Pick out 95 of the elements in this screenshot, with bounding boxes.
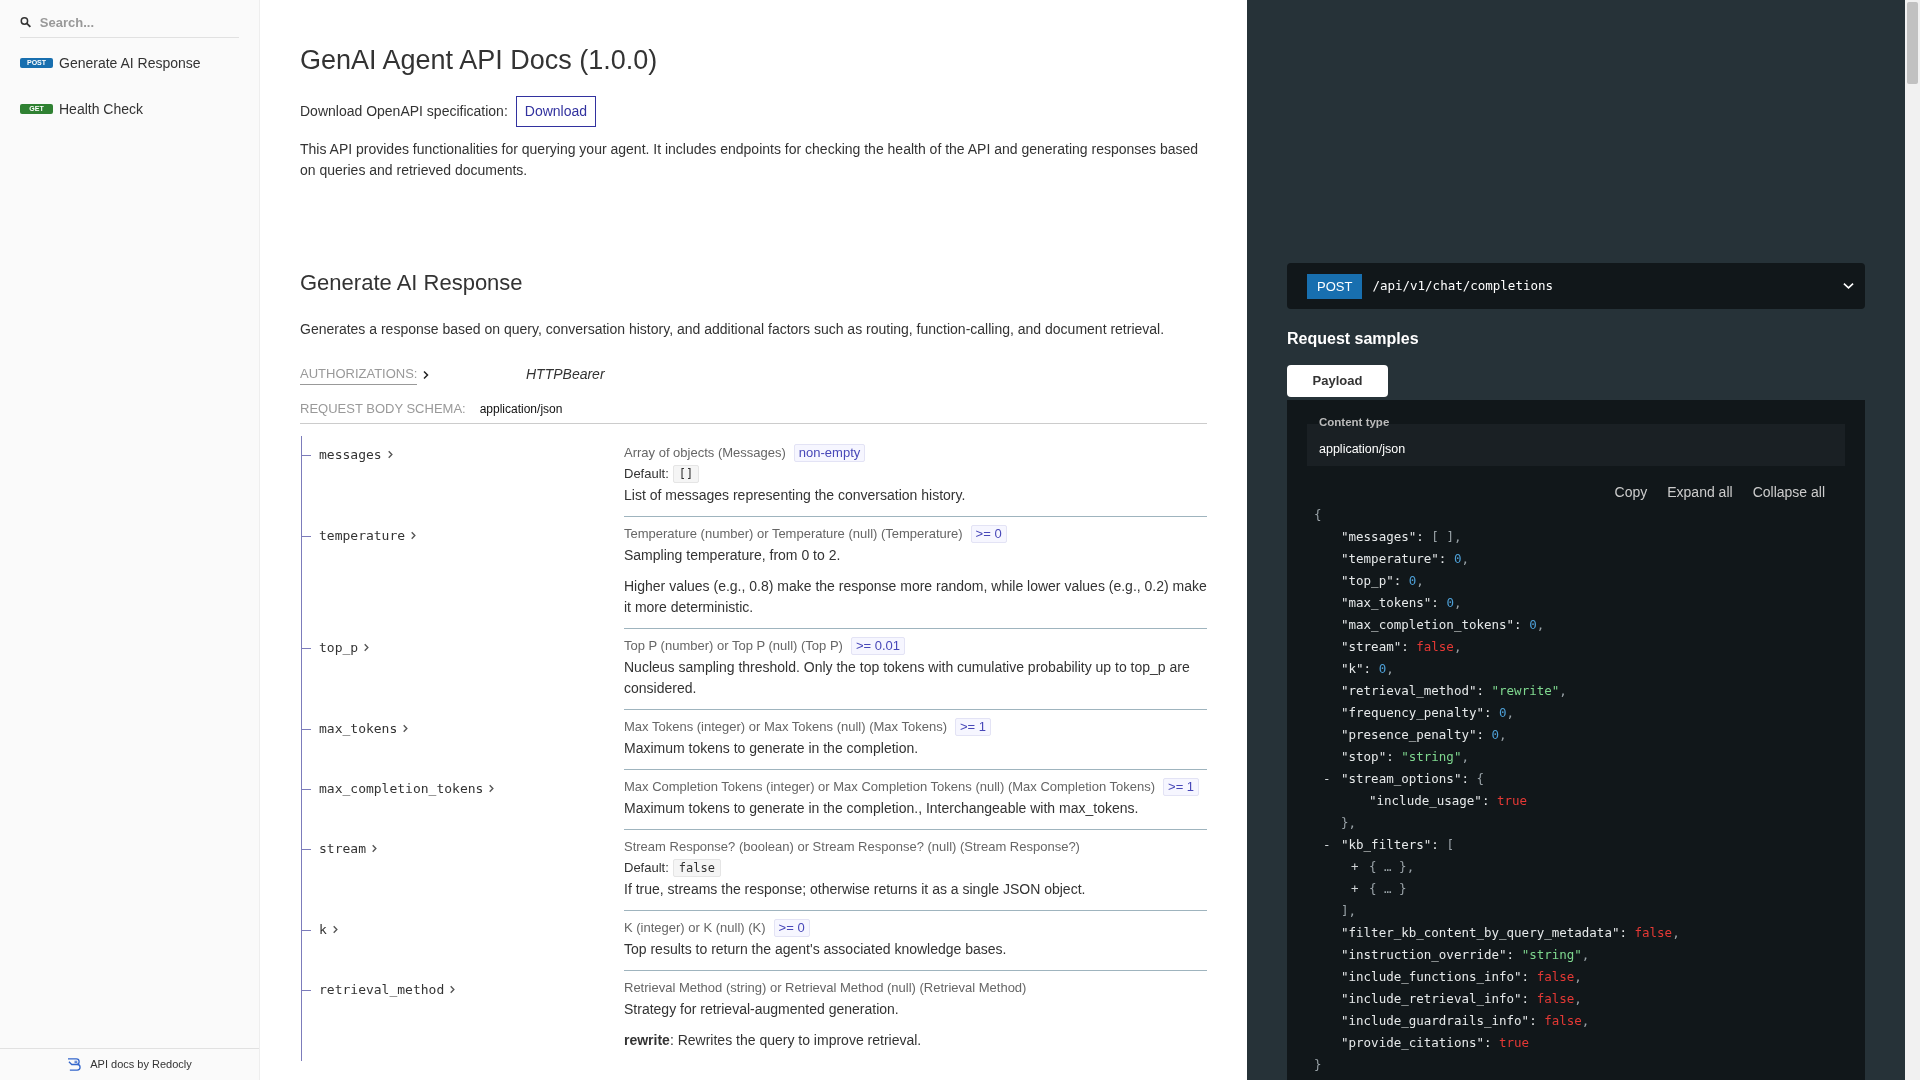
sample-tab[interactable]: Payload: [1287, 365, 1388, 397]
property-description: rewrite: Rewrites the query to improve retrieval.: [624, 1030, 923, 1050]
code-line: ],: [1341, 901, 1357, 920]
endpoint-bar[interactable]: POST /api/v1/chat/completions: [1287, 263, 1865, 309]
code-line: "temperature": 0,: [1341, 549, 1469, 568]
code-action-button[interactable]: Collapse all: [1752, 482, 1825, 503]
code-line: "stream": false,: [1341, 637, 1462, 656]
code-line: "filter_kb_content_by_query_metadata": false,: [1341, 923, 1680, 942]
chevron-icon: [448, 984, 458, 994]
search-icon: [20, 16, 32, 29]
chevron-icon: [362, 642, 372, 652]
code-line: "top_p": 0,: [1341, 571, 1424, 590]
code-line: "kb_filters": [: [1341, 835, 1454, 854]
collapse-toggle[interactable]: -: [1323, 769, 1341, 789]
footer-link[interactable]: API docs by Redocly: [90, 1056, 192, 1073]
default-value: []: [672, 465, 700, 483]
property-name[interactable]: temperature: [319, 525, 419, 545]
code-line: {: [1314, 505, 1322, 524]
download-label: Download OpenAPI specification:: [300, 102, 508, 121]
property-description: Maximum tokens to generate in the completion.: [624, 738, 920, 758]
endpoint-path: /api/v1/chat/completions: [1372, 276, 1554, 295]
property-name[interactable]: k: [319, 919, 340, 939]
logo-icon: [67, 1058, 83, 1071]
property-description: Higher values (e.g., 0.8) make the response more random, while lower values (e.g., 0.2) make it more deterministic.: [624, 576, 1207, 617]
code-line: "include_functions_info": false,: [1341, 967, 1582, 986]
property-name[interactable]: max_completion_tokens: [319, 778, 497, 798]
collapse-toggle[interactable]: -: [1323, 835, 1341, 855]
property-type: Temperature (number) or Temperature (null) (Temperature): [624, 525, 963, 544]
code-line: "include_retrieval_info": false,: [1341, 989, 1582, 1008]
constraint-badge: >= 1: [1163, 778, 1200, 796]
property-description: Maximum tokens to generate in the completion., Interchangeable with max_tokens.: [624, 798, 1140, 818]
download-button[interactable]: Download: [515, 96, 597, 127]
chevron-icon: [409, 530, 419, 540]
chevron-down-icon: [1843, 282, 1854, 290]
code-line: "max_tokens": 0,: [1341, 593, 1462, 612]
property-type: Top P (number) or Top P (null) (Top P): [624, 637, 843, 656]
property-description: Sampling temperature, from 0 to 2.: [624, 545, 842, 565]
method-badge: POST: [1307, 273, 1363, 299]
code-line: "messages": [ ],: [1341, 527, 1462, 546]
constraint-badge: >= 0: [970, 525, 1007, 543]
operation-description: Generates a response based on query, conversation history, and additional factors such as routing, function-calling, and document retrieval.: [300, 320, 1166, 339]
code-line: "max_completion_tokens": 0,: [1341, 615, 1545, 634]
code-line: "presence_penalty": 0,: [1341, 725, 1507, 744]
auth-scheme: HTTPBearer: [526, 365, 605, 384]
code-action-button[interactable]: Copy: [1614, 482, 1648, 503]
property-type: Array of objects (Messages): [624, 444, 786, 463]
schema-label: REQUEST BODY SCHEMA:: [300, 400, 466, 418]
default-value: false: [672, 859, 721, 877]
property-description: If true, streams the response; otherwise returns it as a single JSON object.: [624, 879, 1087, 899]
code-line: "provide_citations": true: [1341, 1033, 1530, 1052]
chevron-icon: [401, 723, 411, 733]
property-name[interactable]: stream: [319, 838, 379, 858]
code-line: "frequency_penalty": 0,: [1341, 703, 1515, 722]
chevron-icon: [487, 783, 497, 793]
code-line: "include_usage": true: [1369, 791, 1528, 810]
sidebar-item-label: Health Check: [59, 99, 144, 119]
property-name[interactable]: max_tokens: [319, 718, 411, 738]
code-line: { … }: [1369, 879, 1407, 898]
request-samples-title: Request samples: [1287, 329, 1420, 349]
constraint-badge: >= 0: [773, 919, 810, 937]
property-description: Top results to return the agent's associated knowledge bases.: [624, 939, 1008, 959]
property-name[interactable]: top_p: [319, 637, 372, 657]
code-line: "stop": "string",: [1341, 747, 1469, 766]
property-type: Max Tokens (integer) or Max Tokens (null) (Max Tokens): [624, 718, 947, 737]
operation-title: Generate AI Response: [300, 269, 524, 297]
property-name[interactable]: messages: [319, 444, 395, 464]
collapse-toggle[interactable]: +: [1351, 857, 1369, 877]
collapse-toggle[interactable]: +: [1351, 879, 1369, 899]
code-line: "k": 0,: [1341, 659, 1394, 678]
code-line: { … },: [1369, 857, 1415, 876]
code-action-button[interactable]: Expand all: [1667, 482, 1733, 503]
property-description: Nucleus sampling threshold. Only the top tokens with cumulative probability up to top_p are considered.: [624, 657, 1191, 698]
property-type: K (integer) or K (null) (K): [624, 919, 766, 938]
api-description: This API provides functionalities for querying your agent. It includes endpoints for checking the health of the API and generating responses based on queries and retrieved documents.: [300, 140, 1200, 180]
code-line: }: [1314, 1055, 1322, 1074]
property-description: List of messages representing the conversation history.: [624, 485, 967, 505]
code-line: "stream_options": {: [1341, 769, 1484, 788]
property-description: Strategy for retrieval-augmented generation.: [624, 999, 900, 1019]
property-type: Stream Response? (boolean) or Stream Response? (null) (Stream Response?): [624, 838, 1080, 857]
code-line: "include_guardrails_info": false,: [1341, 1011, 1590, 1030]
constraint-badge: non-empty: [793, 444, 866, 462]
constraint-badge: >= 1: [954, 718, 991, 736]
sidebar-item-label: Generate AI Response: [59, 53, 201, 73]
default-label: Default:: [624, 465, 669, 484]
property-type: Retrieval Method (string) or Retrieval Method (null) (Retrieval Method): [624, 979, 1027, 998]
constraint-badge: >= 0.01: [850, 637, 906, 655]
code-line: "retrieval_method": "rewrite",: [1341, 681, 1567, 700]
code-line: "instruction_override": "string",: [1341, 945, 1590, 964]
default-label: Default:: [624, 859, 669, 878]
property-type: Max Completion Tokens (integer) or Max Completion Tokens (null) (Max Completion Tokens): [624, 778, 1156, 797]
schema-type: application/json: [479, 400, 563, 418]
code-line: },: [1341, 813, 1357, 832]
search-field[interactable]: Search...: [39, 12, 239, 33]
page-title: GenAI Agent API Docs (1.0.0): [300, 44, 659, 77]
property-name[interactable]: retrieval_method: [319, 979, 458, 999]
